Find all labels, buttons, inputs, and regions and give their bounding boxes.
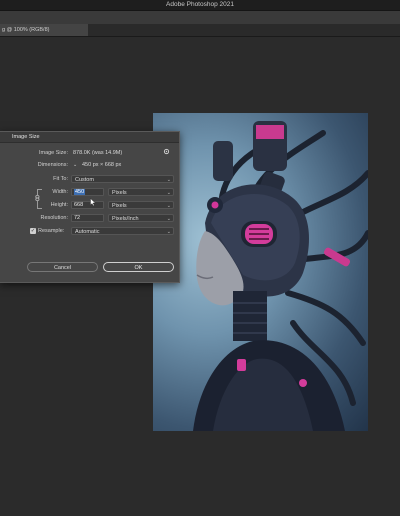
resolution-unit-value: Pixels/Inch	[112, 216, 139, 222]
dimensions-value: 450 px × 668 px	[82, 162, 122, 168]
chevron-down-icon: ⌄	[166, 229, 171, 235]
resolution-label: Resolution:	[40, 215, 68, 221]
chevron-down-icon: ⌄	[166, 203, 171, 209]
document-tab-bar: g @ 100% (RGB/8)	[0, 24, 400, 37]
resample-checkbox[interactable]: ✓	[30, 228, 36, 234]
resolution-unit-select[interactable]: Pixels/Inch ⌄	[108, 214, 174, 222]
resolution-field[interactable]: 72	[71, 214, 104, 222]
chevron-down-icon: ⌄	[166, 216, 171, 222]
resample-label: Resample:	[38, 228, 65, 234]
chevron-down-icon: ⌄	[166, 177, 171, 183]
width-field[interactable]: 450	[71, 188, 104, 196]
resample-select[interactable]: Automatic ⌄	[71, 227, 174, 235]
document-tab[interactable]: g @ 100% (RGB/8)	[0, 24, 88, 36]
height-unit-select[interactable]: Pixels ⌄	[108, 201, 174, 209]
cancel-button[interactable]: Cancel	[27, 262, 98, 272]
height-field[interactable]: 668	[71, 201, 104, 209]
title-bar: Adobe Photoshop 2021	[0, 0, 400, 11]
fit-to-select[interactable]: Custom ⌄	[71, 175, 174, 183]
resample-value: Automatic	[75, 229, 100, 235]
fit-to-label: Fit To:	[53, 176, 68, 182]
dialog-title: Image Size	[12, 134, 40, 140]
check-icon: ✓	[30, 228, 36, 234]
width-value: 450	[74, 189, 86, 195]
dimensions-chevron-icon[interactable]: ⌄	[73, 162, 77, 168]
height-unit-value: Pixels	[112, 203, 127, 209]
fit-to-value: Custom	[75, 177, 94, 183]
width-unit-value: Pixels	[112, 190, 127, 196]
height-value: 668	[74, 202, 84, 208]
dimensions-label: Dimensions:	[37, 162, 68, 168]
image-size-value: 878.0K (was 14.9M)	[73, 150, 123, 156]
gear-icon[interactable]	[163, 148, 170, 155]
artwork-image	[153, 113, 368, 431]
resolution-value: 72	[74, 215, 81, 221]
width-label: Width:	[52, 189, 68, 195]
width-unit-select[interactable]: Pixels ⌄	[108, 188, 174, 196]
dialog-header[interactable]: Image Size	[0, 132, 179, 143]
options-bar	[0, 11, 400, 24]
image-size-label: Image Size:	[38, 150, 68, 156]
app-title: Adobe Photoshop 2021	[166, 1, 234, 8]
link-icon[interactable]	[35, 195, 40, 201]
mouse-cursor-icon	[90, 198, 96, 206]
height-label: Height:	[50, 202, 68, 208]
chevron-down-icon: ⌄	[166, 190, 171, 196]
ok-button[interactable]: OK	[103, 262, 174, 272]
